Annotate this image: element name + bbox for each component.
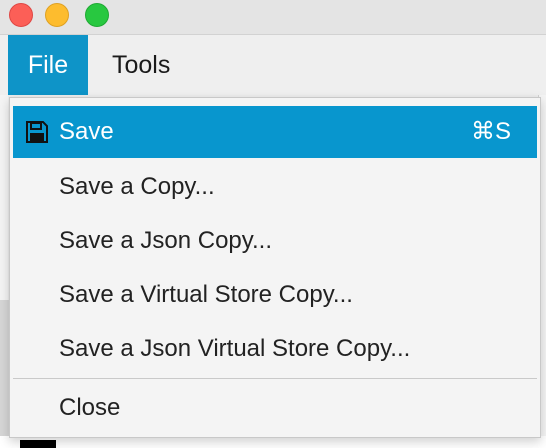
background-left-grey-area <box>0 300 9 448</box>
menu-item-save[interactable]: Save ⌘S <box>13 106 537 158</box>
menu-file[interactable]: File <box>8 35 88 95</box>
menu-item-save-a-virtual-store-copy[interactable]: Save a Virtual Store Copy... <box>13 269 537 321</box>
menu-item-label: Save a Copy... <box>59 173 215 200</box>
app-window: File Tools Save ⌘S Save a Copy... Save a… <box>0 0 546 448</box>
menu-item-label: Save <box>59 118 114 145</box>
menu-tools[interactable]: Tools <box>92 35 190 95</box>
window-close-button[interactable] <box>9 3 33 27</box>
menu-item-close[interactable]: Close <box>13 382 537 434</box>
window-minimize-button[interactable] <box>45 3 69 27</box>
menu-item-label: Close <box>59 394 121 421</box>
menu-separator <box>13 378 537 379</box>
menu-item-save-a-copy[interactable]: Save a Copy... <box>13 161 537 213</box>
menu-item-label: Save a Json Copy... <box>59 227 272 254</box>
menu-item-save-a-json-copy[interactable]: Save a Json Copy... <box>13 215 537 267</box>
menu-item-label: Save a Virtual Store Copy... <box>59 281 353 308</box>
background-dark-block <box>20 440 56 448</box>
menu-bar: File Tools <box>0 35 546 95</box>
menu-item-save-a-json-virtual-store-copy[interactable]: Save a Json Virtual Store Copy... <box>13 323 537 375</box>
save-icon <box>26 121 48 143</box>
title-bar <box>0 0 546 35</box>
shortcut-label: ⌘S <box>470 118 511 145</box>
menu-item-label: Save a Json Virtual Store Copy... <box>59 335 411 362</box>
file-menu-dropdown: Save ⌘S Save a Copy... Save a Json Copy.… <box>9 97 541 438</box>
window-zoom-button[interactable] <box>85 3 109 27</box>
